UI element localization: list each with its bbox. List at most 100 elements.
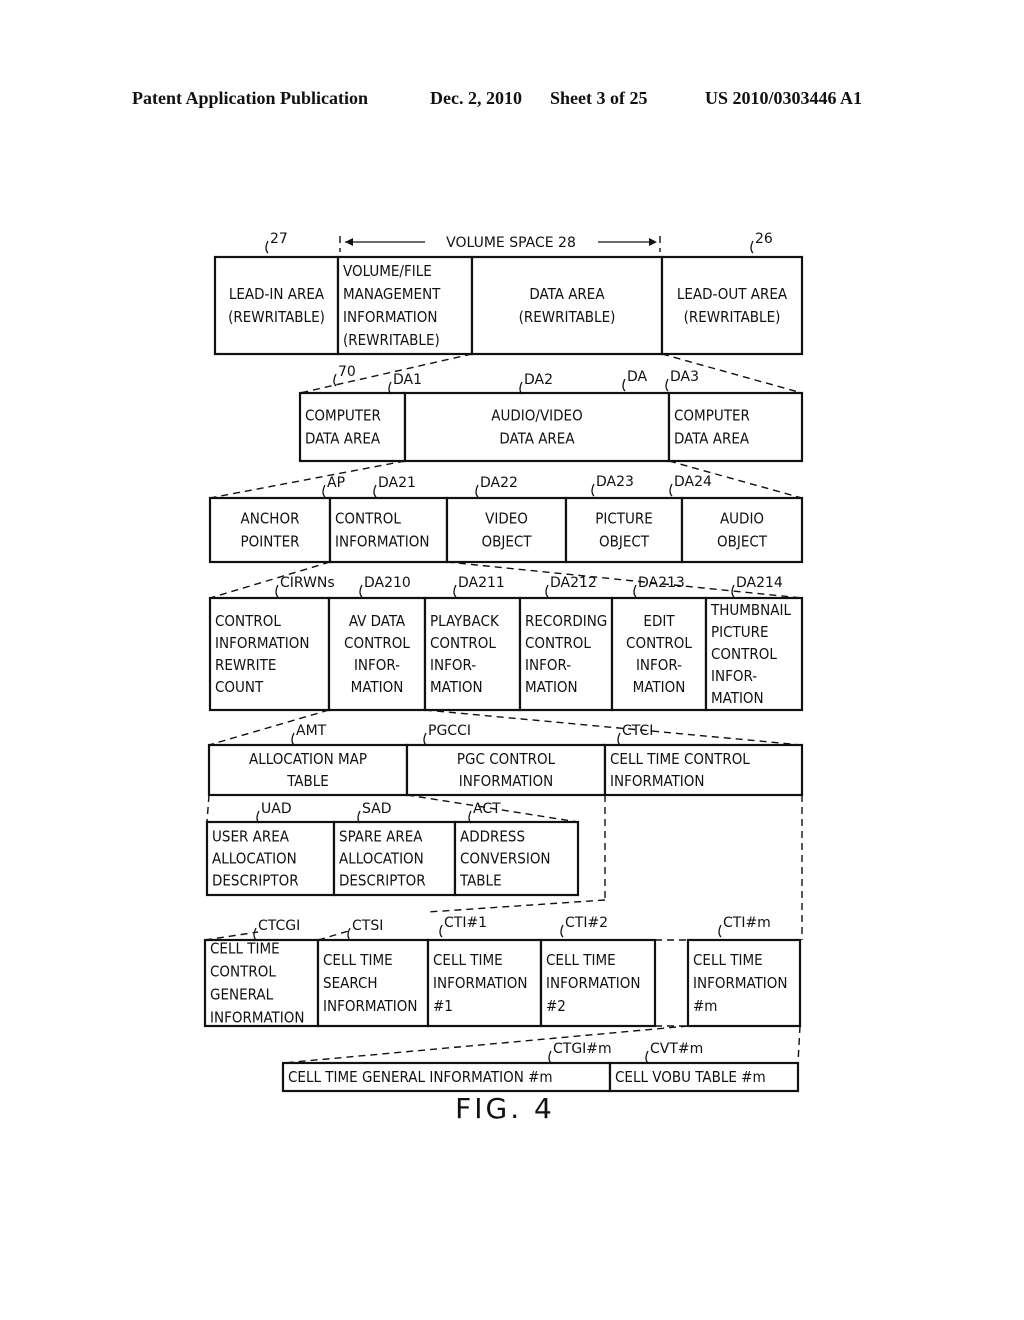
- expansion-line-11: [427, 899, 606, 913]
- box-da3: [667, 391, 804, 463]
- lead-line-pgcci: [423, 732, 427, 746]
- box-da211-text: CONTROL: [430, 634, 496, 652]
- lead-line-da213: [633, 584, 637, 598]
- lead-line-ctgi-m: [548, 1050, 552, 1064]
- lead-line-da: [622, 378, 626, 392]
- box-da214-text: MATION: [711, 689, 764, 707]
- box-ctgi-m-text: CELL TIME GENERAL INFORMATION #m: [288, 1068, 553, 1086]
- box-da24: [680, 496, 804, 564]
- ref-label-ctci: CTCI: [622, 723, 653, 739]
- box-da1-text: COMPUTER: [305, 407, 381, 425]
- arrowhead-left-icon: [345, 238, 353, 246]
- box-da214-text: PICTURE: [711, 623, 769, 641]
- box-da1: [298, 391, 407, 463]
- box-act-text: ADDRESS: [460, 828, 525, 846]
- ref-label-27: 27: [270, 231, 288, 247]
- ref-label-da211: DA211: [458, 575, 505, 591]
- box-da22-text: OBJECT: [481, 533, 532, 551]
- ref-label-da212: DA212: [550, 575, 597, 591]
- ref-label-ap: AP: [327, 475, 345, 491]
- box-da1-text: DATA AREA: [305, 430, 381, 448]
- box-ctcgi-text: INFORMATION: [210, 1009, 304, 1027]
- box-cti-1-text: INFORMATION: [433, 974, 527, 992]
- expansion-line-8: [206, 794, 210, 823]
- ref-label-da23: DA23: [596, 474, 634, 490]
- ref-label-da2: DA2: [524, 372, 553, 388]
- lead-line-da212: [545, 584, 549, 598]
- box-da21-text: CONTROL: [335, 510, 401, 528]
- lead-line-ctsi: [347, 927, 351, 941]
- box-da22: [445, 496, 568, 564]
- box-da210-text: MATION: [351, 678, 404, 696]
- box-ctsi-text: INFORMATION: [323, 997, 417, 1015]
- lead-line-da210: [359, 584, 363, 598]
- ref-label-sad: SAD: [362, 801, 392, 817]
- box-sad-text: SPARE AREA: [339, 828, 423, 846]
- box-ctsi-text: SEARCH: [323, 974, 378, 992]
- lead-line-cti-2: [560, 924, 564, 938]
- box-da211-text: PLAYBACK: [430, 612, 500, 630]
- ref-label-uad: UAD: [261, 801, 292, 817]
- ref-label-da1: DA1: [393, 372, 422, 388]
- lead-line-27: [265, 240, 269, 254]
- volume-space-label: VOLUME SPACE 28: [446, 235, 576, 251]
- ref-label-ctsi: CTSI: [352, 918, 383, 934]
- ref-label-da21: DA21: [378, 475, 416, 491]
- box-cti-2-text: #2: [546, 997, 566, 1015]
- box-da24-text: AUDIO: [720, 510, 764, 528]
- box-da211-text: MATION: [430, 678, 483, 696]
- ref-label-da22: DA22: [480, 475, 518, 491]
- box-da2: [403, 391, 671, 463]
- box-act-text: TABLE: [459, 872, 502, 890]
- box-ctci-text: CELL TIME CONTROL: [610, 750, 750, 768]
- expansion-line-16: [797, 1025, 801, 1064]
- box-da213-text: MATION: [633, 678, 686, 696]
- figure-label: FIG. 4: [455, 1092, 555, 1125]
- box-26: [660, 255, 804, 356]
- box-ctsi-text: CELL TIME: [323, 951, 393, 969]
- expansion-line-15: [282, 1025, 689, 1064]
- ref-label-70: 70: [338, 364, 356, 380]
- lead-line-da3: [665, 378, 669, 392]
- lead-line-cti-m: [718, 924, 722, 938]
- lead-line-da23: [591, 483, 595, 497]
- box-70-text: VOLUME/FILE: [343, 262, 432, 280]
- box-da22-text: VIDEO: [485, 510, 528, 528]
- box-da24-text: OBJECT: [717, 533, 768, 551]
- expansion-line-7: [424, 709, 803, 746]
- box-da211-text: INFOR-: [430, 656, 476, 674]
- box-da212-text: RECORDING: [525, 612, 607, 630]
- box-da212-text: MATION: [525, 678, 578, 696]
- box-pgcci-text: PGC CONTROL: [457, 750, 556, 768]
- ref-label-cti-m: CTI#m: [723, 915, 771, 931]
- expansion-line-9: [406, 794, 579, 823]
- box-da210-text: AV DATA: [349, 612, 406, 630]
- ref-label-da: DA: [627, 369, 648, 385]
- box-ap-text: ANCHOR: [241, 510, 300, 528]
- lead-line-cti-1: [439, 924, 443, 938]
- ref-label-amt: AMT: [296, 723, 327, 739]
- box-da-text: (REWRITABLE): [519, 308, 616, 326]
- arrowhead-right-icon: [649, 238, 657, 246]
- box-ap: [208, 496, 332, 564]
- box-da2-text: DATA AREA: [499, 430, 575, 448]
- ref-label-cti-2: CTI#2: [565, 915, 608, 931]
- box-cirwns-text: CONTROL: [215, 612, 281, 630]
- box-ctcgi-text: GENERAL: [210, 986, 274, 1004]
- box-act-text: CONVERSION: [460, 850, 551, 868]
- box-27: [213, 255, 340, 356]
- box-cti-1-text: CELL TIME: [433, 951, 503, 969]
- box-amt-text: ALLOCATION MAP: [249, 750, 367, 768]
- box-da21-text: INFORMATION: [335, 533, 429, 551]
- box-da23-text: OBJECT: [599, 533, 650, 551]
- box-cvt-m-text: CELL VOBU TABLE #m: [615, 1068, 766, 1086]
- box-70-text: (REWRITABLE): [343, 331, 440, 349]
- box-cti-m-text: CELL TIME: [693, 951, 763, 969]
- box-cti-2-text: INFORMATION: [546, 974, 640, 992]
- lead-line-70: [333, 373, 337, 387]
- box-da212-text: INFOR-: [525, 656, 571, 674]
- box-da3-text: COMPUTER: [674, 407, 750, 425]
- box-da3-text: DATA AREA: [674, 430, 750, 448]
- box-cti-m-text: INFORMATION: [693, 974, 787, 992]
- ref-label-da214: DA214: [736, 575, 783, 591]
